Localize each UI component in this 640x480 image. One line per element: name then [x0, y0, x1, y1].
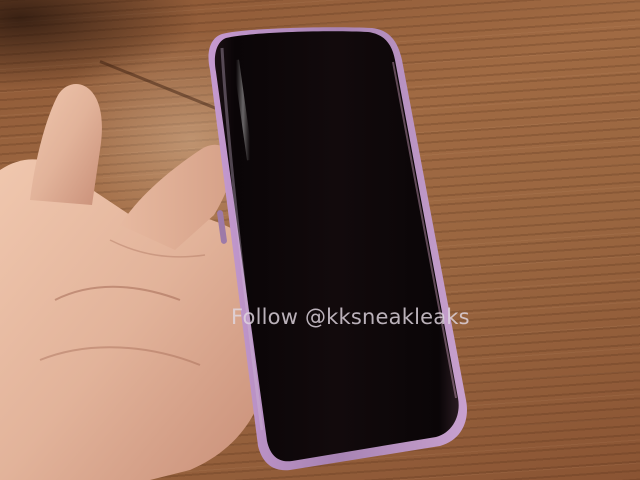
photo-scene: Follow @kksneakleaks — [0, 0, 640, 480]
side-button — [217, 210, 227, 244]
watermark-text: Follow @kksneakleaks — [231, 305, 470, 329]
smartphone-icon — [208, 27, 467, 471]
phone-screen — [214, 31, 459, 462]
